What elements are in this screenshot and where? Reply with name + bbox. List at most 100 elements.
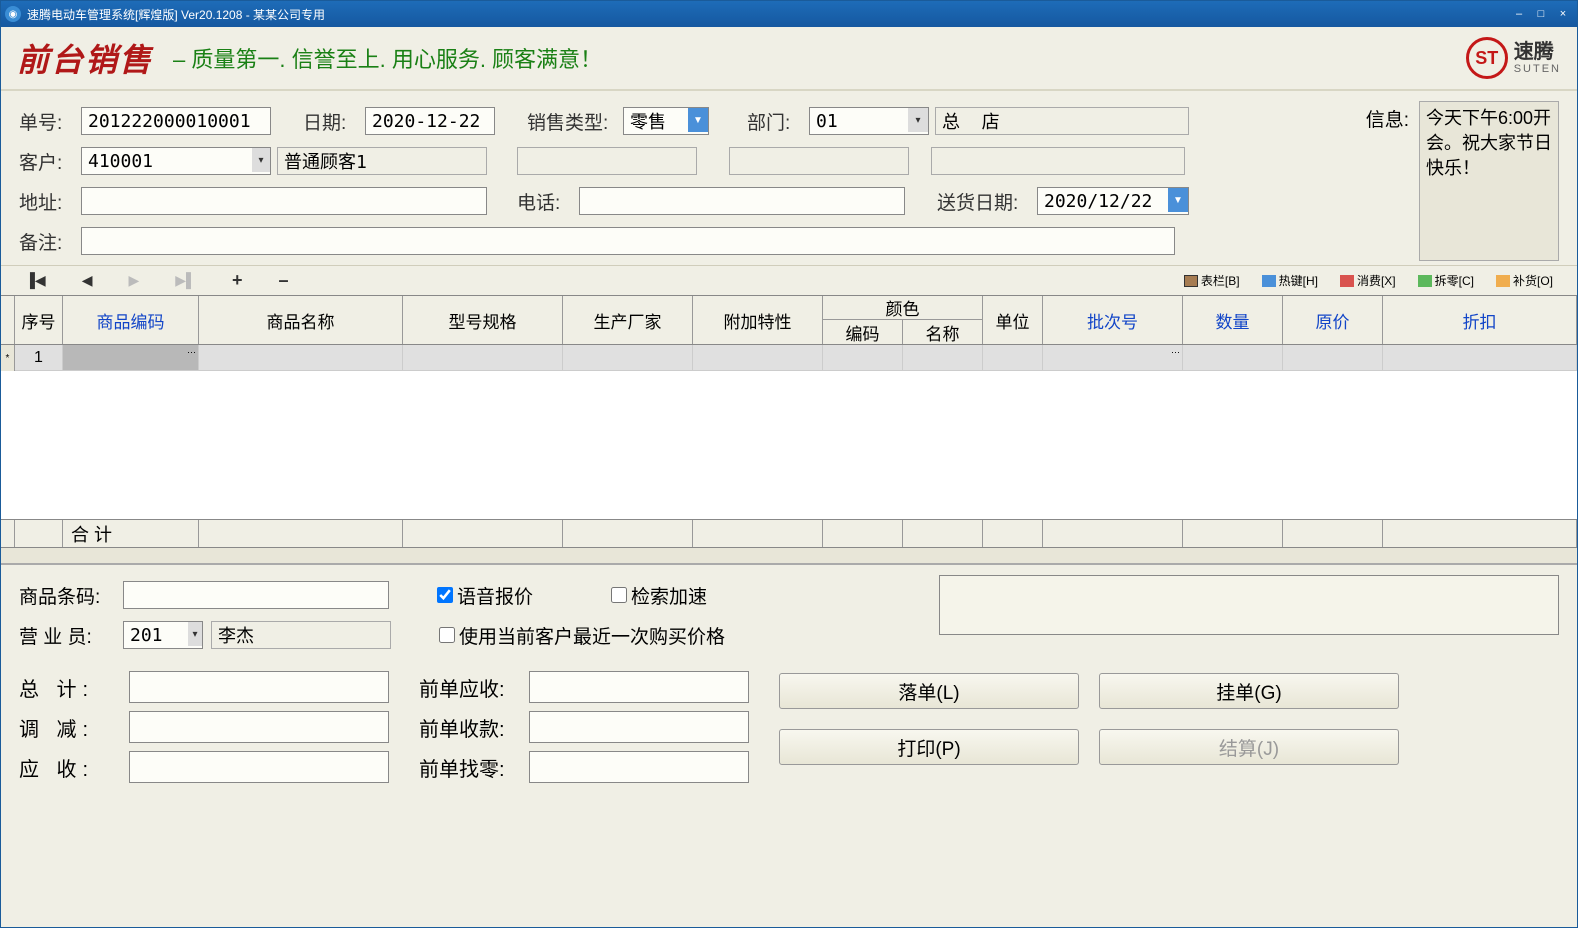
page-title: 前台销售 — [17, 35, 153, 81]
logo: ST 速腾 SUTEN — [1466, 37, 1561, 79]
blank-input-2 — [729, 147, 909, 175]
close-button[interactable]: × — [1553, 6, 1573, 22]
salesperson-name-input — [211, 621, 391, 649]
customer-name-input — [277, 147, 487, 175]
cell-spec[interactable] — [403, 345, 563, 371]
logo-text-en: SUTEN — [1514, 63, 1561, 75]
order-no-input[interactable] — [81, 107, 271, 135]
col-unit[interactable]: 单位 — [983, 296, 1043, 344]
customer-label: 客户: — [19, 148, 75, 175]
phone-label: 电话: — [517, 188, 573, 215]
cell-batch[interactable]: ⋯ — [1043, 345, 1183, 371]
horizontal-scrollbar[interactable] — [1, 548, 1577, 564]
col-spec[interactable]: 型号规格 — [403, 296, 563, 344]
calendar-icon[interactable]: ▼ — [1168, 188, 1188, 212]
cell-color-code[interactable] — [823, 345, 903, 371]
receivable-label: 应 收: — [19, 753, 119, 782]
date-label: 日期: — [303, 108, 359, 135]
delivery-date-label: 送货日期: — [937, 188, 1031, 215]
cell-attr[interactable] — [693, 345, 823, 371]
remark-label: 备注: — [19, 228, 75, 255]
col-price[interactable]: 原价 — [1283, 296, 1383, 344]
receivable-input[interactable] — [129, 751, 389, 783]
cell-disc[interactable] — [1383, 345, 1577, 371]
discount-input[interactable] — [129, 711, 389, 743]
col-disc[interactable]: 折扣 — [1383, 296, 1577, 344]
col-color-name: 名称 — [903, 320, 982, 344]
customer-code-input[interactable] — [81, 147, 271, 175]
col-color[interactable]: 颜色 编码 名称 — [823, 296, 983, 344]
settle-button[interactable]: 结算(J) — [1099, 729, 1399, 765]
table-row[interactable]: * 1 ⋯ ⋯ — [1, 345, 1577, 371]
grid-body[interactable]: * 1 ⋯ ⋯ — [1, 345, 1577, 519]
app-window: ◉ 速腾电动车管理系统[辉煌版] Ver20.1208 - 某某公司专用 – □… — [0, 0, 1578, 928]
prev-receivable-input — [529, 671, 749, 703]
remove-button[interactable]: – — [278, 270, 288, 291]
minimize-button[interactable]: – — [1509, 6, 1529, 22]
cell-qty[interactable] — [1183, 345, 1283, 371]
header: 前台销售 – 质量第一. 信誉至上. 用心服务. 顾客满意！ ST 速腾 SUT… — [1, 27, 1577, 91]
cell-code[interactable]: ⋯ — [63, 345, 199, 371]
sale-type-label: 销售类型: — [527, 108, 617, 135]
delivery-date-input[interactable] — [1037, 187, 1189, 215]
first-button[interactable]: ▐◀ — [25, 272, 46, 289]
footer-total-label: 合 计 — [63, 520, 199, 547]
total-input[interactable] — [129, 671, 389, 703]
restock-button[interactable]: 补货[O] — [1496, 272, 1553, 289]
col-qty[interactable]: 数量 — [1183, 296, 1283, 344]
titlebar: ◉ 速腾电动车管理系统[辉煌版] Ver20.1208 - 某某公司专用 – □… — [1, 1, 1577, 27]
drop-order-button[interactable]: 落单(L) — [779, 673, 1079, 709]
split-button[interactable]: 拆零[C] — [1418, 272, 1474, 289]
dropdown-icon[interactable]: ▾ — [908, 108, 928, 132]
cell-unit[interactable] — [983, 345, 1043, 371]
address-input[interactable] — [81, 187, 487, 215]
search-accel-checkbox[interactable]: 检索加速 — [611, 582, 707, 609]
col-attr[interactable]: 附加特性 — [693, 296, 823, 344]
col-batch[interactable]: 批次号 — [1043, 296, 1183, 344]
dropdown-icon[interactable]: ▾ — [252, 148, 270, 172]
barcode-input[interactable] — [123, 581, 389, 609]
cell-mfr[interactable] — [563, 345, 693, 371]
hold-order-button[interactable]: 挂单(G) — [1099, 673, 1399, 709]
col-seq[interactable]: 序号 — [15, 296, 63, 344]
prev-button[interactable]: ◀ — [82, 272, 93, 289]
prev-received-input — [529, 711, 749, 743]
phone-input[interactable] — [579, 187, 905, 215]
grid-header: 序号 商品编码 商品名称 型号规格 生产厂家 附加特性 颜色 编码 名称 单位 … — [1, 296, 1577, 345]
print-button[interactable]: 打印(P) — [779, 729, 1079, 765]
nav-toolbar: ▐◀ ◀ ▶ ▶▌ + – 表栏[B] 热键[H] 消费[X] 拆零[C] 补货… — [1, 265, 1577, 295]
last-button[interactable]: ▶▌ — [175, 272, 196, 289]
prev-receivable-label: 前单应收: — [419, 673, 519, 702]
row-marker-icon: * — [1, 345, 15, 371]
bottom-panel: 商品条码: 语音报价 检索加速 营 业 员: ▾ 使用当前客户最近一次购买价格 — [1, 564, 1577, 797]
barcode-label: 商品条码: — [19, 582, 115, 609]
consume-button[interactable]: 消费[X] — [1340, 272, 1396, 289]
cell-price[interactable] — [1283, 345, 1383, 371]
cell-name[interactable] — [199, 345, 403, 371]
date-input[interactable] — [365, 107, 495, 135]
col-mfr[interactable]: 生产厂家 — [563, 296, 693, 344]
add-button[interactable]: + — [232, 270, 243, 291]
columns-button[interactable]: 表栏[B] — [1184, 272, 1240, 289]
dropdown-icon[interactable]: ▼ — [688, 108, 708, 132]
use-last-price-checkbox[interactable]: 使用当前客户最近一次购买价格 — [439, 622, 725, 649]
next-button[interactable]: ▶ — [128, 272, 139, 289]
blank-input-3 — [931, 147, 1185, 175]
col-code[interactable]: 商品编码 — [63, 296, 199, 344]
grid-footer: 合 计 — [1, 519, 1577, 547]
order-no-label: 单号: — [19, 108, 75, 135]
dropdown-icon[interactable]: ▾ — [188, 622, 202, 646]
cell-seq[interactable]: 1 — [15, 345, 63, 371]
cell-color-name[interactable] — [903, 345, 983, 371]
discount-label: 调 减: — [19, 713, 119, 742]
col-name[interactable]: 商品名称 — [199, 296, 403, 344]
dept-name-input — [935, 107, 1189, 135]
prev-change-input — [529, 751, 749, 783]
voice-quote-checkbox[interactable]: 语音报价 — [437, 582, 533, 609]
remark-input[interactable] — [81, 227, 1175, 255]
slogan: – 质量第一. 信誉至上. 用心服务. 顾客满意！ — [173, 42, 1466, 74]
hotkey-button[interactable]: 热键[H] — [1262, 272, 1318, 289]
window-controls: – □ × — [1509, 6, 1573, 22]
info-box: 今天下午6:00开会。祝大家节日快乐！ — [1419, 101, 1559, 261]
maximize-button[interactable]: □ — [1531, 6, 1551, 22]
